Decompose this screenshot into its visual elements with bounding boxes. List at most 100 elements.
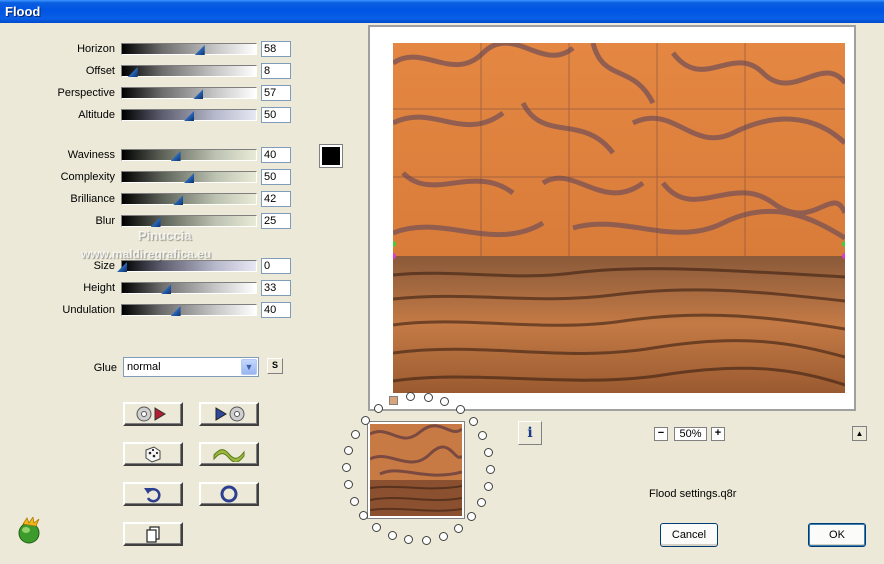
flood-preview-render bbox=[393, 43, 845, 393]
preset-slot[interactable] bbox=[454, 523, 464, 533]
slider-value-horizon[interactable]: 58 bbox=[261, 41, 291, 57]
slider-track-undulation[interactable] bbox=[121, 304, 257, 316]
preset-slot[interactable] bbox=[343, 480, 353, 490]
slider-thumb[interactable] bbox=[193, 89, 204, 99]
prev-preset-icon bbox=[136, 406, 166, 422]
preset-slot[interactable] bbox=[387, 530, 397, 540]
preset-slot[interactable] bbox=[478, 431, 488, 441]
preset-slot[interactable] bbox=[477, 498, 487, 508]
slider-value-offset[interactable]: 8 bbox=[261, 63, 291, 79]
reset-icon bbox=[220, 485, 238, 503]
slider-track-complexity[interactable] bbox=[121, 171, 257, 183]
slider-label: Perspective bbox=[57, 87, 115, 99]
slider-value-blur[interactable]: 25 bbox=[261, 213, 291, 229]
slider-track-blur[interactable] bbox=[121, 215, 257, 227]
slider-label: Offset bbox=[85, 65, 115, 77]
glue-label: Glue bbox=[93, 362, 117, 374]
slider-thumb[interactable] bbox=[150, 217, 161, 227]
preset-slot[interactable] bbox=[455, 405, 465, 415]
copy-icon bbox=[146, 526, 160, 543]
slider-track-perspective[interactable] bbox=[121, 87, 257, 99]
preset-slot[interactable] bbox=[467, 512, 477, 522]
preset-slot[interactable] bbox=[404, 535, 414, 545]
slider-thumb[interactable] bbox=[184, 111, 194, 121]
preset-slot[interactable] bbox=[483, 482, 493, 492]
slider-label: Undulation bbox=[62, 304, 115, 316]
slider-label: Brilliance bbox=[70, 193, 115, 205]
cancel-button[interactable]: Cancel bbox=[660, 523, 718, 547]
slider-label: Height bbox=[83, 282, 115, 294]
slider-track-waviness[interactable] bbox=[121, 149, 257, 161]
wave-button[interactable] bbox=[199, 442, 259, 466]
slider-track-size[interactable] bbox=[117, 260, 257, 272]
slider-row-height: Height 33 bbox=[3, 280, 293, 296]
preset-slot[interactable] bbox=[350, 429, 360, 439]
slider-thumb[interactable] bbox=[117, 262, 127, 272]
slider-label: Altitude bbox=[78, 109, 115, 121]
slider-row-offset: Offset 8 bbox=[3, 63, 293, 79]
ok-button[interactable]: OK bbox=[808, 523, 866, 547]
slider-track-brilliance[interactable] bbox=[121, 193, 257, 205]
slider-thumb[interactable] bbox=[170, 151, 181, 161]
info-button[interactable]: i bbox=[518, 421, 542, 445]
slider-row-altitude: Altitude 50 bbox=[3, 107, 293, 123]
slider-value-undulation[interactable]: 40 bbox=[261, 302, 291, 318]
preset-slot[interactable] bbox=[468, 416, 478, 426]
preset-slot[interactable] bbox=[360, 415, 370, 425]
glue-select-value: normal bbox=[127, 361, 161, 373]
slider-value-size[interactable]: 0 bbox=[261, 258, 291, 274]
slider-track-horizon[interactable] bbox=[121, 43, 257, 55]
slider-label: Complexity bbox=[60, 171, 115, 183]
slider-value-height[interactable]: 33 bbox=[261, 280, 291, 296]
settings-filename: Flood settings.q8r bbox=[649, 488, 737, 500]
zoom-in-button[interactable]: + bbox=[711, 427, 725, 441]
dice-icon bbox=[145, 446, 161, 463]
slider-value-waviness[interactable]: 40 bbox=[261, 147, 291, 163]
glue-s-button[interactable]: S bbox=[267, 358, 283, 374]
slider-thumb[interactable] bbox=[170, 306, 181, 316]
slider-row-waviness: Waviness 40 bbox=[3, 147, 293, 163]
preset-slot[interactable] bbox=[438, 531, 448, 541]
slider-row-blur: Blur 25 bbox=[3, 213, 293, 229]
preset-slot[interactable] bbox=[484, 447, 494, 457]
slider-thumb[interactable] bbox=[173, 195, 184, 205]
preset-slot[interactable] bbox=[373, 404, 383, 414]
glue-select[interactable]: normal ▼ bbox=[123, 357, 259, 377]
preset-slot[interactable] bbox=[421, 535, 431, 545]
slider-track-height[interactable] bbox=[121, 282, 257, 294]
slider-thumb[interactable] bbox=[127, 67, 138, 77]
copy-button[interactable] bbox=[123, 522, 183, 546]
reset-button[interactable] bbox=[199, 482, 259, 506]
preset-slot[interactable] bbox=[359, 511, 369, 521]
prev-preset-button[interactable] bbox=[123, 402, 183, 426]
slider-value-complexity[interactable]: 50 bbox=[261, 169, 291, 185]
next-preset-button[interactable] bbox=[199, 402, 259, 426]
slider-value-brilliance[interactable]: 42 bbox=[261, 191, 291, 207]
preview-image[interactable] bbox=[393, 43, 845, 393]
slider-value-altitude[interactable]: 50 bbox=[261, 107, 291, 123]
flood-window: Flood Horizon 58 Offset 8 Perspective 57 Altit… bbox=[0, 0, 884, 564]
random-button[interactable] bbox=[123, 442, 183, 466]
undo-button[interactable] bbox=[123, 482, 183, 506]
slider-value-perspective[interactable]: 57 bbox=[261, 85, 291, 101]
slider-thumb[interactable] bbox=[161, 284, 172, 294]
color-swatch[interactable] bbox=[319, 144, 343, 168]
preset-slot[interactable] bbox=[485, 464, 495, 474]
preset-slot[interactable] bbox=[372, 522, 382, 532]
slider-thumb[interactable] bbox=[184, 173, 194, 183]
window-title: Flood bbox=[0, 0, 884, 23]
preset-slot[interactable] bbox=[342, 463, 351, 473]
chevron-down-icon[interactable]: ▼ bbox=[241, 359, 257, 375]
preset-slot[interactable] bbox=[423, 392, 433, 402]
collapse-button[interactable]: ▲ bbox=[852, 426, 867, 441]
preset-thumbnail[interactable] bbox=[367, 421, 465, 519]
slider-row-perspective: Perspective 57 bbox=[3, 85, 293, 101]
preset-slot[interactable] bbox=[389, 396, 399, 406]
slider-track-altitude[interactable] bbox=[121, 109, 257, 121]
slider-row-horizon: Horizon 58 bbox=[3, 41, 293, 57]
preset-slot[interactable] bbox=[349, 496, 359, 506]
zoom-out-button[interactable]: − bbox=[654, 427, 668, 441]
slider-thumb[interactable] bbox=[194, 45, 205, 55]
slider-track-offset[interactable] bbox=[121, 65, 257, 77]
preset-slot[interactable] bbox=[344, 445, 354, 455]
